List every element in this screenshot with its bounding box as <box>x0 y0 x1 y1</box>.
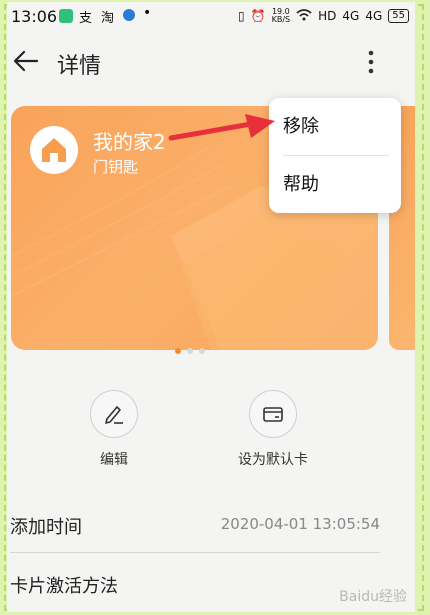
activation-method-label: 卡片激活方法 <box>10 576 118 597</box>
added-time-value: 2020-04-01 13:05:54 <box>220 515 380 533</box>
taobao-notification-icon: 淘 <box>101 11 115 26</box>
pager-dot <box>175 348 181 354</box>
signal-icon-1: 4G <box>342 9 360 23</box>
more-options-icon[interactable] <box>359 44 383 80</box>
home-icon <box>30 126 78 174</box>
app-header: 详情 <box>7 38 415 88</box>
vibrate-icon: ▯ <box>238 9 245 23</box>
activation-method-row[interactable]: 卡片激活方法 <box>10 560 380 612</box>
set-default-label: 设为默认卡 <box>238 452 308 468</box>
card-type: 门钥匙 <box>93 158 139 176</box>
page-title: 详情 <box>57 54 102 79</box>
edit-button[interactable]: 编辑 <box>64 390 164 469</box>
overflow-menu: 移除 帮助 <box>269 98 401 213</box>
notification-app-icon-blue <box>123 9 135 21</box>
battery-icon: 55 <box>388 9 409 23</box>
added-time-row: 添加时间 2020-04-01 13:05:54 <box>10 501 380 553</box>
menu-item-help[interactable]: 帮助 <box>283 170 319 196</box>
status-time: 13:06 <box>11 7 58 26</box>
status-right: ▯ ⏰ 19.0 KB/S HD 4G 4G 55 <box>238 8 409 24</box>
hd-label: HD <box>318 9 337 23</box>
menu-item-remove[interactable]: 移除 <box>283 112 319 138</box>
added-time-label: 添加时间 <box>10 517 82 538</box>
divider <box>10 552 380 553</box>
more-notifications-dot: • <box>143 5 152 21</box>
set-default-card-button[interactable]: 设为默认卡 <box>223 390 323 469</box>
menu-divider <box>283 155 389 156</box>
edit-icon <box>90 390 138 438</box>
edit-label: 编辑 <box>100 452 128 468</box>
phone-screen: 13:06 支 淘 • ▯ ⏰ 19.0 KB/S HD 4G 4G 55 详情 <box>7 2 415 612</box>
status-bar: 13:06 支 淘 • ▯ ⏰ 19.0 KB/S HD 4G 4G 55 <box>7 2 415 30</box>
watermark: Baidu经验 <box>339 589 407 605</box>
pager-dot <box>187 348 193 354</box>
network-speed: 19.0 KB/S <box>272 8 291 24</box>
signal-icon-2: 4G <box>365 9 383 23</box>
alarm-icon: ⏰ <box>250 9 266 23</box>
annotation-arrow-icon <box>168 114 275 141</box>
card-pager <box>175 348 205 354</box>
back-arrow-icon[interactable] <box>11 46 41 76</box>
card-icon <box>249 390 297 438</box>
pager-dot <box>199 348 205 354</box>
notification-app-icon <box>59 9 73 23</box>
network-speed-unit: KB/S <box>271 15 291 24</box>
card-name: 我的家2 <box>93 130 166 154</box>
wifi-icon <box>296 8 312 24</box>
alipay-notification-icon: 支 <box>79 11 93 26</box>
